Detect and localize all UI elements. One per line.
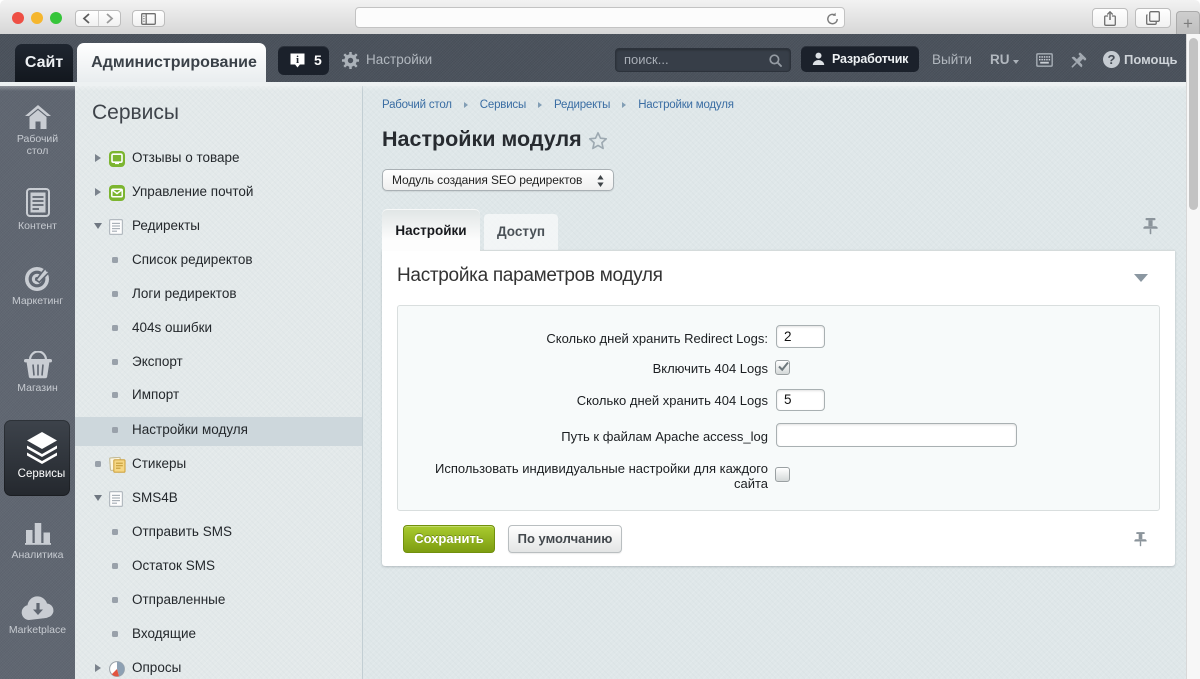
svg-text:i: i [296, 54, 299, 66]
